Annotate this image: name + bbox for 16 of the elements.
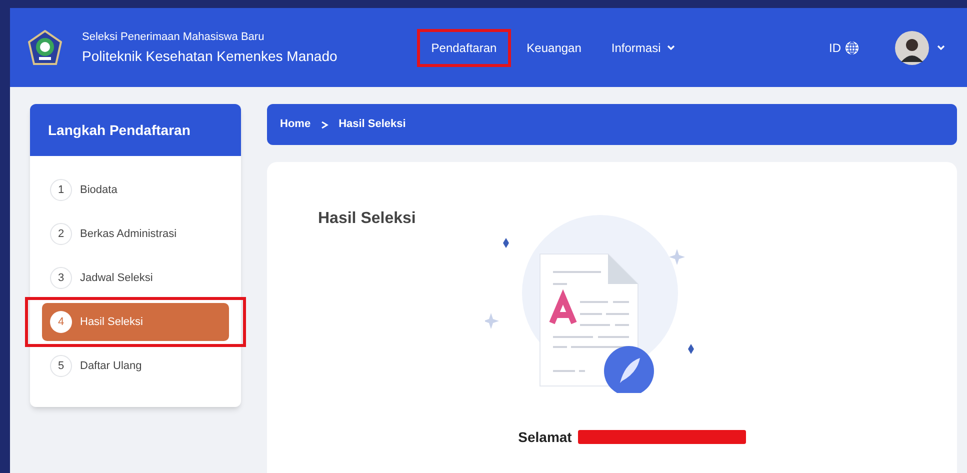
step-item[interactable]: 1 Biodata <box>42 171 229 209</box>
nav-link[interactable]: Informasi <box>597 28 689 66</box>
portal-subtitle: Seleksi Penerimaan Mahasiswa Baru <box>82 30 266 44</box>
sidebar-title: Langkah Pendaftaran <box>48 120 190 140</box>
step-item[interactable]: 4 Hasil Seleksi <box>42 303 229 341</box>
nav-link[interactable]: Keuangan <box>512 28 596 66</box>
breadcrumb-link[interactable]: Home <box>280 116 311 133</box>
language-selector[interactable]: ID <box>829 38 859 56</box>
institution-name: Politeknik Kesehatan Kemenkes Manado <box>82 46 338 66</box>
result-message: Selamat <box>518 429 572 445</box>
step-item[interactable]: 5 Daftar Ulang <box>42 347 229 385</box>
step-item[interactable]: 2 Berkas Administrasi <box>42 215 229 253</box>
breadcrumb-current: Hasil Seleksi <box>338 117 406 132</box>
page-heading: Hasil Seleksi <box>318 209 417 229</box>
step-item[interactable]: 3 Jadwal Seleksi <box>42 259 229 297</box>
nav-link[interactable]: Pendaftaran <box>417 28 511 66</box>
